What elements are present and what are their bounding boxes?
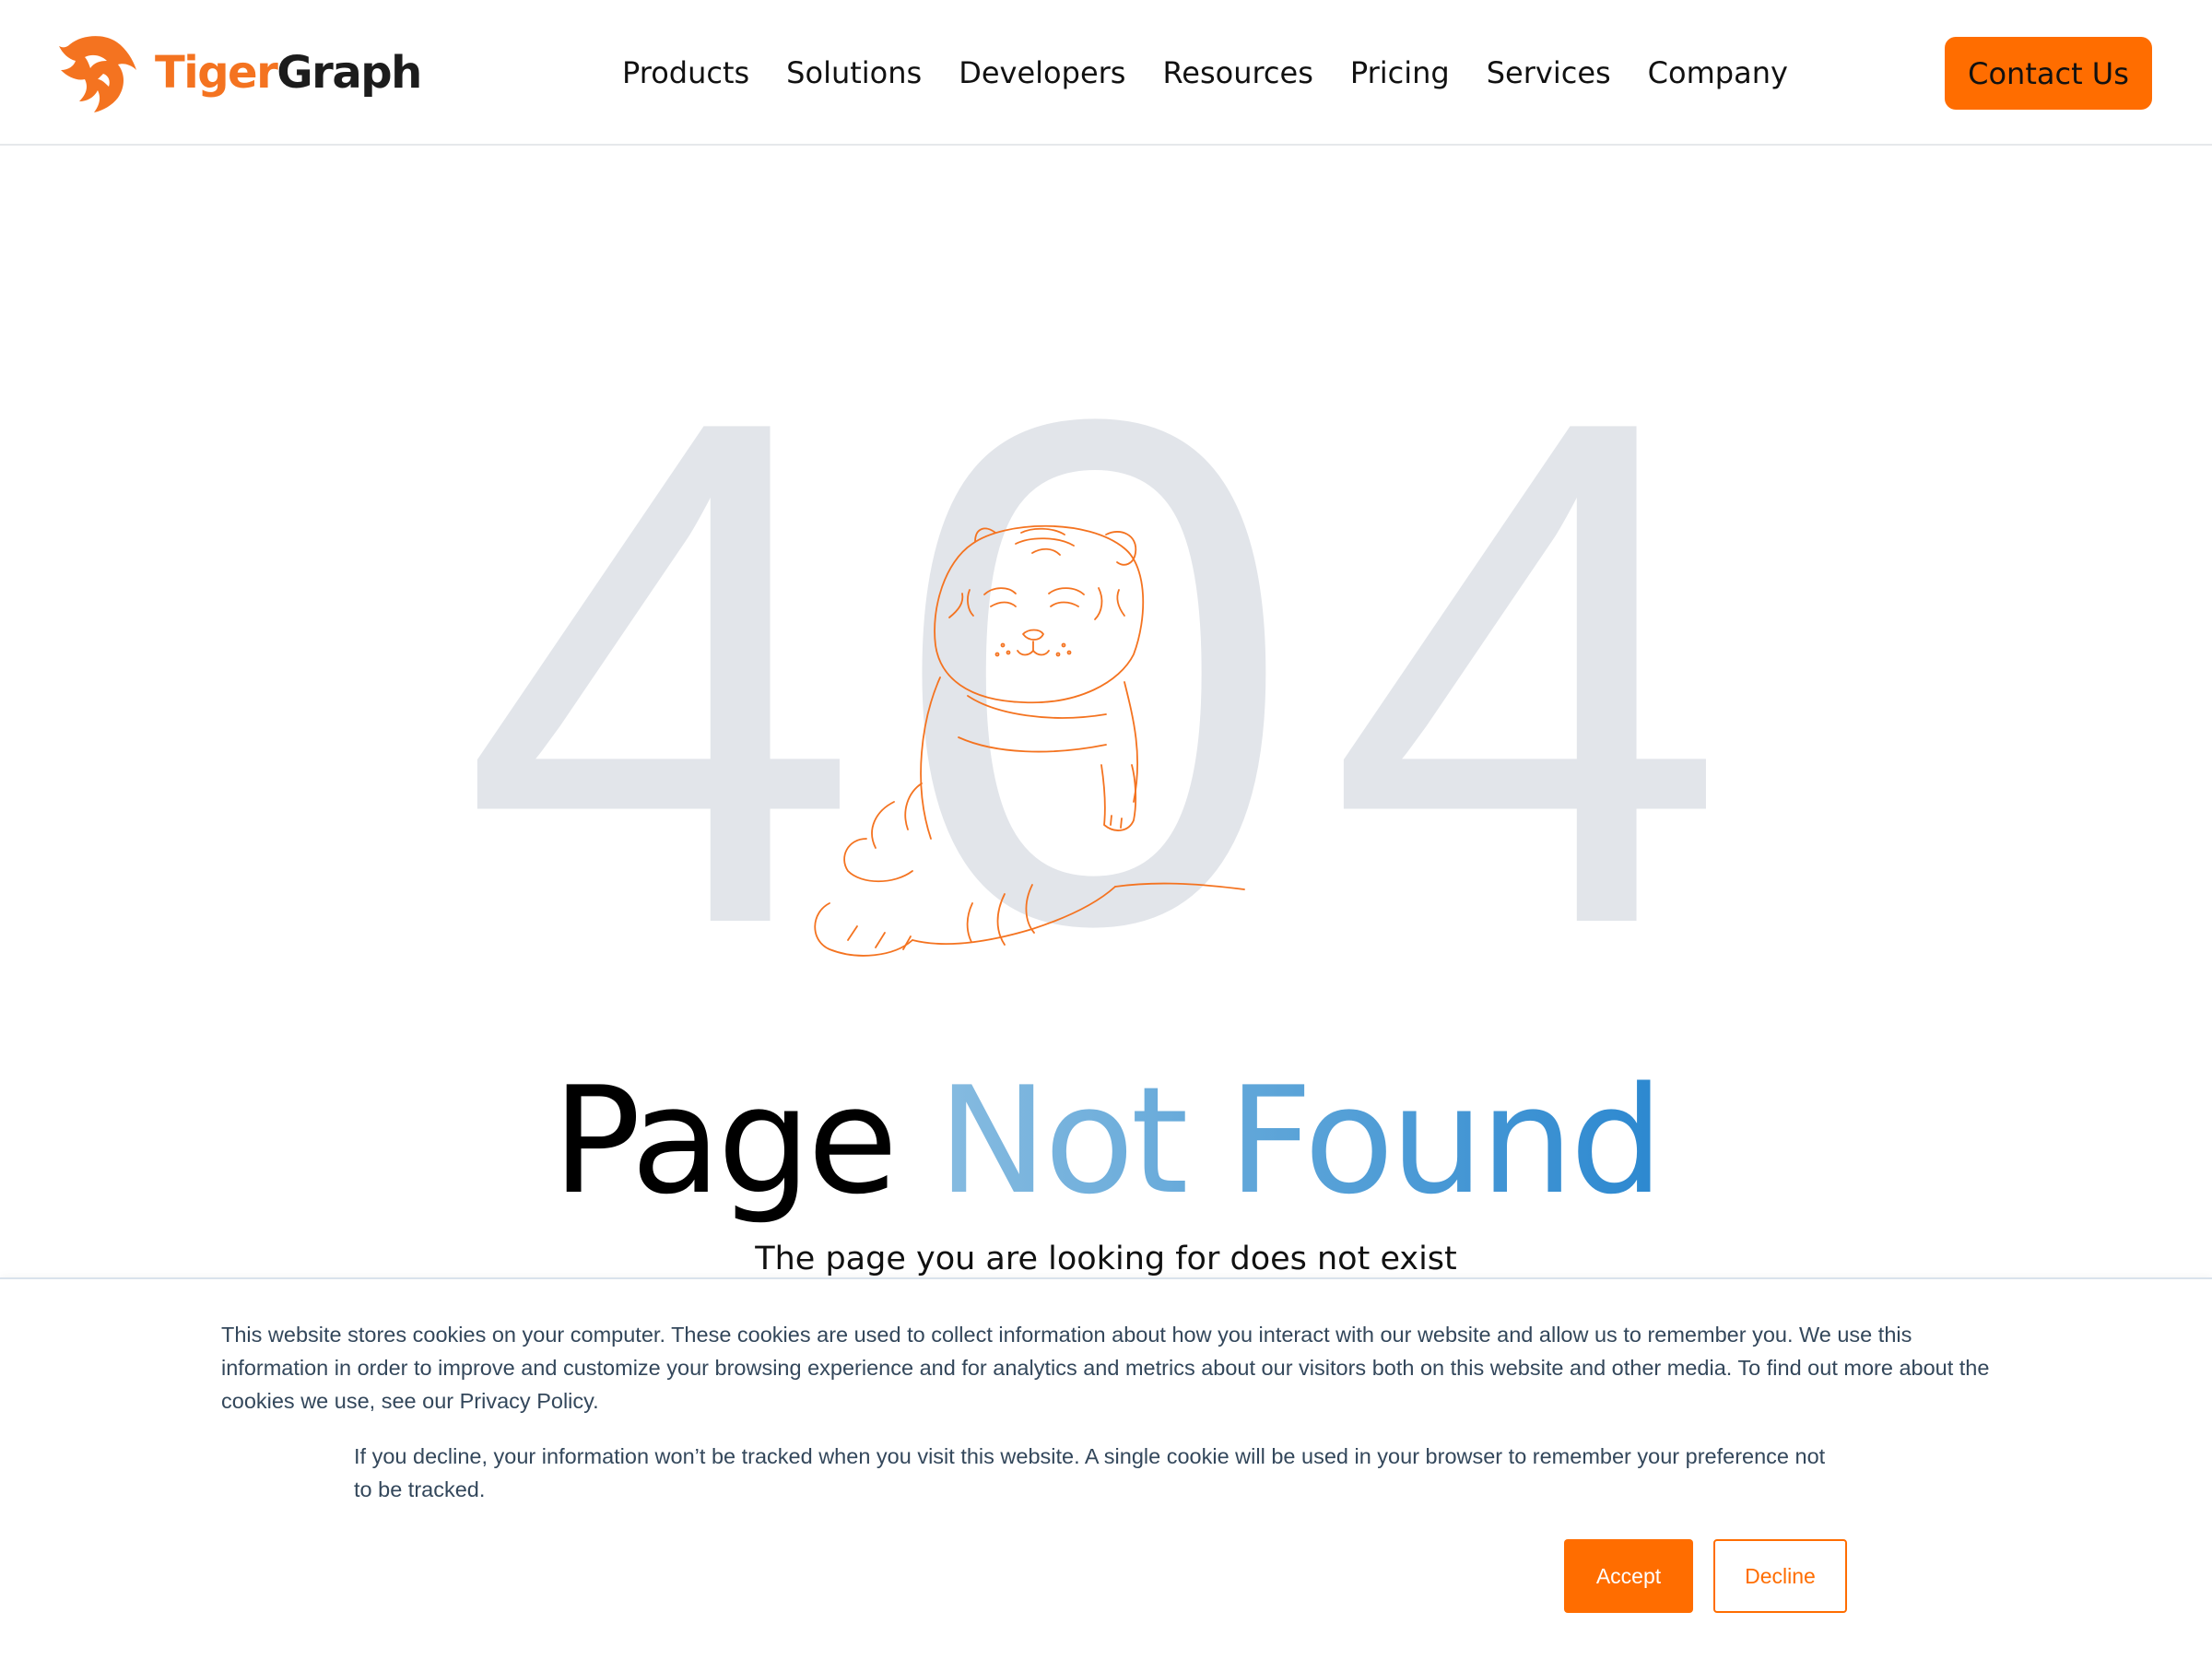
accept-cookies-button[interactable]: Accept <box>1564 1539 1693 1613</box>
nav-pricing[interactable]: Pricing <box>1350 55 1450 90</box>
logo-text-tiger: Tiger <box>155 47 278 99</box>
error-digit-1: 4 <box>461 271 861 1074</box>
cookie-banner: This website stores cookies on your comp… <box>0 1277 2212 1659</box>
page-subtitle: The page you are looking for does not ex… <box>755 1241 1457 1277</box>
cookie-text-secondary: If you decline, your information won’t b… <box>354 1444 1826 1501</box>
page: TigerGraph Products Solutions Developers… <box>0 0 2212 1659</box>
nav-products[interactable]: Products <box>622 55 749 90</box>
site-header: TigerGraph Products Solutions Developers… <box>0 0 2212 146</box>
nav-company[interactable]: Company <box>1648 55 1788 90</box>
title-part-not-found: Not Found <box>937 1054 1664 1227</box>
nav-solutions[interactable]: Solutions <box>786 55 922 90</box>
main-nav: Products Solutions Developers Resources … <box>622 48 1825 98</box>
logo-text-graph: Graph <box>276 47 422 99</box>
contact-us-button[interactable]: Contact Us <box>1945 37 2152 110</box>
nav-resources[interactable]: Resources <box>1162 55 1312 90</box>
cookie-text-primary: This website stores cookies on your comp… <box>221 1323 1990 1413</box>
tigergraph-logo[interactable]: TigerGraph <box>57 33 422 112</box>
page-title: Page Not Found <box>0 1058 2212 1224</box>
decline-cookies-button[interactable]: Decline <box>1713 1539 1847 1613</box>
title-part-page: Page <box>552 1054 938 1227</box>
nav-developers[interactable]: Developers <box>959 55 1125 90</box>
tiger-illustration <box>814 524 1245 957</box>
logo-wordmark: TigerGraph <box>155 47 422 99</box>
error-digit-3: 4 <box>1327 271 1727 1074</box>
nav-services[interactable]: Services <box>1487 55 1611 90</box>
tiger-head-icon <box>59 36 136 112</box>
